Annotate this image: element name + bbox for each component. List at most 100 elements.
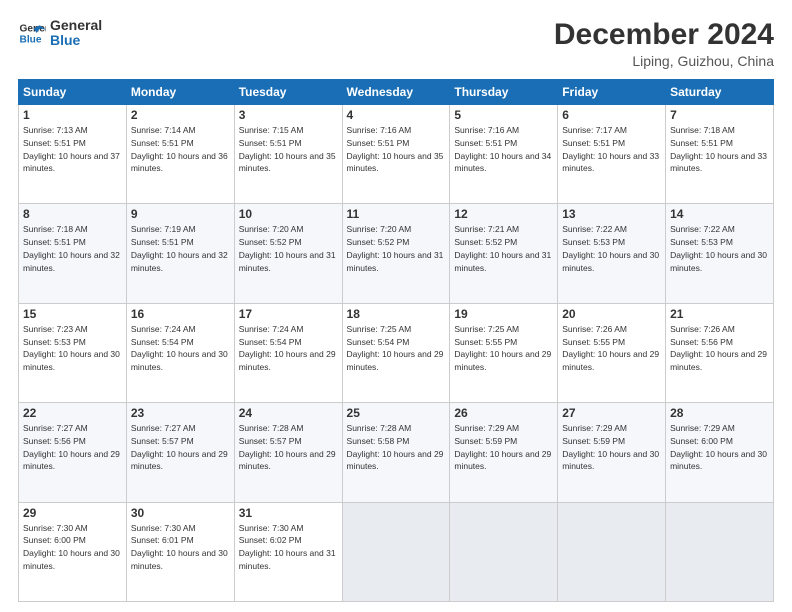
calendar-cell: 13 Sunrise: 7:22 AMSunset: 5:53 PMDayligh… [558, 204, 666, 303]
day-number: 17 [239, 307, 338, 321]
weekday-header-saturday: Saturday [666, 80, 774, 105]
week-row-5: 29Sunrise: 7:30 AMSunset: 6:00 PMDayligh… [19, 502, 774, 601]
calendar-cell: 3 Sunrise: 7:15 AMSunset: 5:51 PMDaylight… [234, 105, 342, 204]
day-number: 2 [131, 108, 230, 122]
calendar-cell: 8Sunrise: 7:18 AMSunset: 5:51 PMDaylight… [19, 204, 127, 303]
day-number: 30 [131, 506, 230, 520]
page: General Blue General Blue December 2024 … [0, 0, 792, 612]
calendar-cell: 24Sunrise: 7:28 AMSunset: 5:57 PMDayligh… [234, 403, 342, 502]
day-number: 19 [454, 307, 553, 321]
day-number: 9 [131, 207, 230, 221]
week-row-2: 8Sunrise: 7:18 AMSunset: 5:51 PMDaylight… [19, 204, 774, 303]
day-number: 1 [23, 108, 122, 122]
day-info: Sunrise: 7:30 AMSunset: 6:01 PMDaylight:… [131, 523, 228, 571]
day-number: 21 [670, 307, 769, 321]
calendar-cell: 27 Sunrise: 7:29 AMSunset: 5:59 PMDayligh… [558, 403, 666, 502]
day-info: Sunrise: 7:29 AMSunset: 5:59 PMDaylight:… [562, 423, 659, 471]
day-number: 26 [454, 406, 553, 420]
calendar-cell: 11 Sunrise: 7:20 AMSunset: 5:52 PMDayligh… [342, 204, 450, 303]
day-info: Sunrise: 7:16 AMSunset: 5:51 PMDaylight:… [347, 125, 444, 173]
calendar-cell: 28 Sunrise: 7:29 AMSunset: 6:00 PMDayligh… [666, 403, 774, 502]
week-row-1: 1 Sunrise: 7:13 AMSunset: 5:51 PMDaylight… [19, 105, 774, 204]
day-info: Sunrise: 7:24 AMSunset: 5:54 PMDaylight:… [131, 324, 228, 372]
weekday-header-sunday: Sunday [19, 80, 127, 105]
day-info: Sunrise: 7:15 AMSunset: 5:51 PMDaylight:… [239, 125, 336, 173]
day-info: Sunrise: 7:29 AMSunset: 6:00 PMDaylight:… [670, 423, 767, 471]
calendar-table: SundayMondayTuesdayWednesdayThursdayFrid… [18, 79, 774, 602]
calendar-cell: 9 Sunrise: 7:19 AMSunset: 5:51 PMDaylight… [126, 204, 234, 303]
calendar-cell: 25 Sunrise: 7:28 AMSunset: 5:58 PMDayligh… [342, 403, 450, 502]
calendar-cell: 21 Sunrise: 7:26 AMSunset: 5:56 PMDayligh… [666, 303, 774, 402]
calendar-cell: 29Sunrise: 7:30 AMSunset: 6:00 PMDayligh… [19, 502, 127, 601]
day-info: Sunrise: 7:26 AMSunset: 5:55 PMDaylight:… [562, 324, 659, 372]
week-row-4: 22Sunrise: 7:27 AMSunset: 5:56 PMDayligh… [19, 403, 774, 502]
day-number: 15 [23, 307, 122, 321]
calendar-cell: 19 Sunrise: 7:25 AMSunset: 5:55 PMDayligh… [450, 303, 558, 402]
day-info: Sunrise: 7:22 AMSunset: 5:53 PMDaylight:… [562, 224, 659, 272]
logo-blue: Blue [50, 33, 102, 48]
day-info: Sunrise: 7:28 AMSunset: 5:57 PMDaylight:… [239, 423, 336, 471]
day-info: Sunrise: 7:24 AMSunset: 5:54 PMDaylight:… [239, 324, 336, 372]
calendar-cell: 17 Sunrise: 7:24 AMSunset: 5:54 PMDayligh… [234, 303, 342, 402]
day-number: 3 [239, 108, 338, 122]
calendar-cell: 2 Sunrise: 7:14 AMSunset: 5:51 PMDaylight… [126, 105, 234, 204]
svg-text:General: General [20, 24, 46, 35]
day-number: 18 [347, 307, 446, 321]
logo: General Blue General Blue [18, 18, 102, 49]
day-number: 12 [454, 207, 553, 221]
day-info: Sunrise: 7:13 AMSunset: 5:51 PMDaylight:… [23, 125, 120, 173]
day-info: Sunrise: 7:17 AMSunset: 5:51 PMDaylight:… [562, 125, 659, 173]
day-info: Sunrise: 7:26 AMSunset: 5:56 PMDaylight:… [670, 324, 767, 372]
day-number: 8 [23, 207, 122, 221]
day-number: 11 [347, 207, 446, 221]
weekday-header-monday: Monday [126, 80, 234, 105]
day-number: 29 [23, 506, 122, 520]
day-number: 28 [670, 406, 769, 420]
day-info: Sunrise: 7:22 AMSunset: 5:53 PMDaylight:… [670, 224, 767, 272]
day-info: Sunrise: 7:20 AMSunset: 5:52 PMDaylight:… [239, 224, 336, 272]
calendar-cell: 14Sunrise: 7:22 AMSunset: 5:53 PMDayligh… [666, 204, 774, 303]
day-info: Sunrise: 7:20 AMSunset: 5:52 PMDaylight:… [347, 224, 444, 272]
day-number: 27 [562, 406, 661, 420]
day-info: Sunrise: 7:23 AMSunset: 5:53 PMDaylight:… [23, 324, 120, 372]
day-info: Sunrise: 7:14 AMSunset: 5:51 PMDaylight:… [131, 125, 228, 173]
calendar-cell: 30 Sunrise: 7:30 AMSunset: 6:01 PMDayligh… [126, 502, 234, 601]
calendar-cell: 1 Sunrise: 7:13 AMSunset: 5:51 PMDaylight… [19, 105, 127, 204]
calendar-cell: 22Sunrise: 7:27 AMSunset: 5:56 PMDayligh… [19, 403, 127, 502]
day-info: Sunrise: 7:19 AMSunset: 5:51 PMDaylight:… [131, 224, 228, 272]
day-number: 4 [347, 108, 446, 122]
calendar-cell: 20 Sunrise: 7:26 AMSunset: 5:55 PMDayligh… [558, 303, 666, 402]
month-title: December 2024 [554, 18, 774, 51]
calendar-cell: 7 Sunrise: 7:18 AMSunset: 5:51 PMDaylight… [666, 105, 774, 204]
day-info: Sunrise: 7:25 AMSunset: 5:55 PMDaylight:… [454, 324, 551, 372]
calendar-cell: 23 Sunrise: 7:27 AMSunset: 5:57 PMDayligh… [126, 403, 234, 502]
day-number: 22 [23, 406, 122, 420]
day-number: 20 [562, 307, 661, 321]
day-info: Sunrise: 7:16 AMSunset: 5:51 PMDaylight:… [454, 125, 551, 173]
day-number: 7 [670, 108, 769, 122]
weekday-header-tuesday: Tuesday [234, 80, 342, 105]
week-row-3: 15 Sunrise: 7:23 AMSunset: 5:53 PMDayligh… [19, 303, 774, 402]
day-number: 31 [239, 506, 338, 520]
calendar-cell: 5Sunrise: 7:16 AMSunset: 5:51 PMDaylight… [450, 105, 558, 204]
day-number: 25 [347, 406, 446, 420]
calendar-cell: 10Sunrise: 7:20 AMSunset: 5:52 PMDayligh… [234, 204, 342, 303]
day-number: 16 [131, 307, 230, 321]
svg-text:Blue: Blue [20, 35, 42, 46]
day-number: 13 [562, 207, 661, 221]
title-block: December 2024 Liping, Guizhou, China [554, 18, 774, 69]
day-number: 23 [131, 406, 230, 420]
calendar-cell [558, 502, 666, 601]
calendar-cell: 15 Sunrise: 7:23 AMSunset: 5:53 PMDayligh… [19, 303, 127, 402]
day-info: Sunrise: 7:27 AMSunset: 5:57 PMDaylight:… [131, 423, 228, 471]
weekday-header-thursday: Thursday [450, 80, 558, 105]
day-info: Sunrise: 7:29 AMSunset: 5:59 PMDaylight:… [454, 423, 551, 471]
calendar-cell [450, 502, 558, 601]
day-info: Sunrise: 7:18 AMSunset: 5:51 PMDaylight:… [670, 125, 767, 173]
location: Liping, Guizhou, China [554, 53, 774, 69]
day-info: Sunrise: 7:28 AMSunset: 5:58 PMDaylight:… [347, 423, 444, 471]
calendar-cell: 4 Sunrise: 7:16 AMSunset: 5:51 PMDaylight… [342, 105, 450, 204]
header-row: SundayMondayTuesdayWednesdayThursdayFrid… [19, 80, 774, 105]
calendar-cell: 18Sunrise: 7:25 AMSunset: 5:54 PMDayligh… [342, 303, 450, 402]
weekday-header-friday: Friday [558, 80, 666, 105]
